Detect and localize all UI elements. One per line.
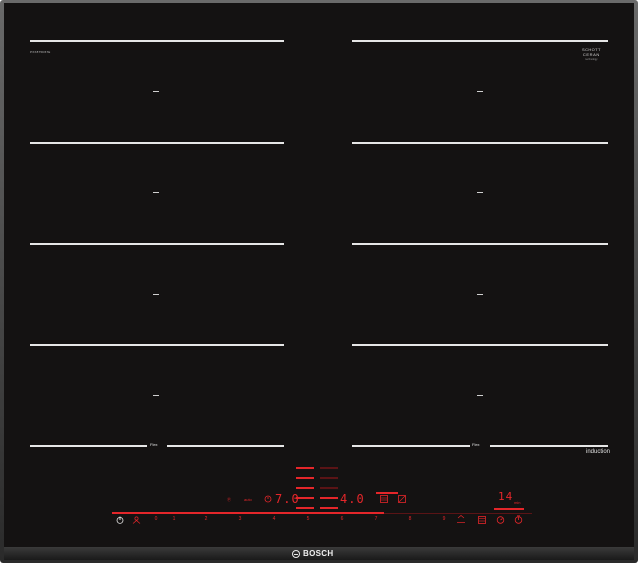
power-icon[interactable] bbox=[116, 516, 124, 524]
zone-line-left-4 bbox=[30, 344, 284, 346]
left-zone-display: 7.0 bbox=[275, 492, 300, 506]
power-bar-4b bbox=[320, 497, 338, 499]
fry-sensor-icon[interactable] bbox=[264, 495, 272, 503]
right-zone-display: 4.0 bbox=[340, 492, 365, 506]
schott-logo-line3: technology bbox=[585, 58, 598, 61]
zone-mark-right-1 bbox=[477, 91, 483, 92]
zone-mark-right-4 bbox=[477, 395, 483, 396]
left-small-a: Ⓟ bbox=[227, 497, 231, 502]
zone-mark-right-3 bbox=[477, 294, 483, 295]
zone-line-right-5b bbox=[490, 445, 608, 447]
zone-line-left-5a bbox=[30, 445, 147, 447]
brand-name: BOSCH bbox=[303, 549, 334, 558]
zone-line-left-5b bbox=[167, 445, 284, 447]
power-bar-2b bbox=[320, 477, 338, 479]
zone-line-right-2 bbox=[352, 142, 608, 144]
power-bar-3 bbox=[296, 487, 314, 489]
zone-mark-left-1 bbox=[153, 91, 159, 92]
power-bar-1b bbox=[320, 467, 338, 469]
slider-value-1[interactable]: 1 bbox=[173, 516, 176, 522]
timer-indicator-bar bbox=[494, 508, 524, 510]
zone-mark-right-2 bbox=[477, 192, 483, 193]
schott-ceran-logo: SCHOTT CERAN technology bbox=[582, 47, 601, 62]
zone-line-left-3 bbox=[30, 243, 284, 245]
zone-select-icon-right-b[interactable] bbox=[398, 495, 406, 503]
timer-icon[interactable] bbox=[496, 515, 505, 524]
clock-icon[interactable] bbox=[514, 515, 523, 524]
slider-value-5[interactable]: 5 bbox=[307, 516, 310, 522]
zone-line-left-1 bbox=[30, 40, 284, 42]
model-code: PXX875D67E bbox=[30, 50, 51, 54]
slider-active bbox=[112, 512, 384, 514]
power-bar-5b bbox=[320, 507, 338, 509]
slider-value-8[interactable]: 8 bbox=[409, 516, 412, 522]
slider-value-6[interactable]: 6 bbox=[341, 516, 344, 522]
zone-line-right-3 bbox=[352, 243, 608, 245]
slider-value-2[interactable]: 2 bbox=[205, 516, 208, 522]
zone-line-right-1 bbox=[352, 40, 608, 42]
zone-select-icon-right-a[interactable] bbox=[380, 495, 388, 503]
timer-display: 14 bbox=[498, 490, 514, 503]
power-bar-5 bbox=[296, 507, 314, 509]
left-small-b: auto bbox=[244, 497, 252, 502]
slider-value-0[interactable]: 0 bbox=[155, 516, 158, 522]
child-lock-icon[interactable] bbox=[132, 516, 141, 524]
zone-line-right-5a bbox=[352, 445, 470, 447]
zone-line-right-4 bbox=[352, 344, 608, 346]
boost-icon[interactable] bbox=[456, 515, 466, 524]
slider-value-3[interactable]: 3 bbox=[239, 516, 242, 522]
pan-icon[interactable] bbox=[478, 516, 486, 524]
zone-line-left-2 bbox=[30, 142, 284, 144]
flex-zone-label-left: Flex bbox=[150, 442, 158, 447]
slider-value-9[interactable]: 9 bbox=[443, 516, 446, 522]
zone-mark-left-3 bbox=[153, 294, 159, 295]
cooktop-glass bbox=[4, 3, 634, 547]
slider-value-7[interactable]: 7 bbox=[375, 516, 378, 522]
bosch-logo-icon bbox=[292, 549, 300, 558]
power-bar-3b bbox=[320, 487, 338, 489]
bosch-brand: BOSCH bbox=[292, 547, 333, 560]
slider-value-4[interactable]: 4 bbox=[273, 516, 276, 522]
zone-mark-left-4 bbox=[153, 395, 159, 396]
zone-select-bar-right bbox=[376, 492, 398, 494]
power-bar-2 bbox=[296, 477, 314, 479]
zone-mark-left-2 bbox=[153, 192, 159, 193]
power-bar-1 bbox=[296, 467, 314, 469]
flex-zone-label-right: Flex bbox=[472, 442, 480, 447]
induction-label: induction bbox=[586, 449, 611, 455]
timer-unit: min bbox=[514, 500, 521, 505]
